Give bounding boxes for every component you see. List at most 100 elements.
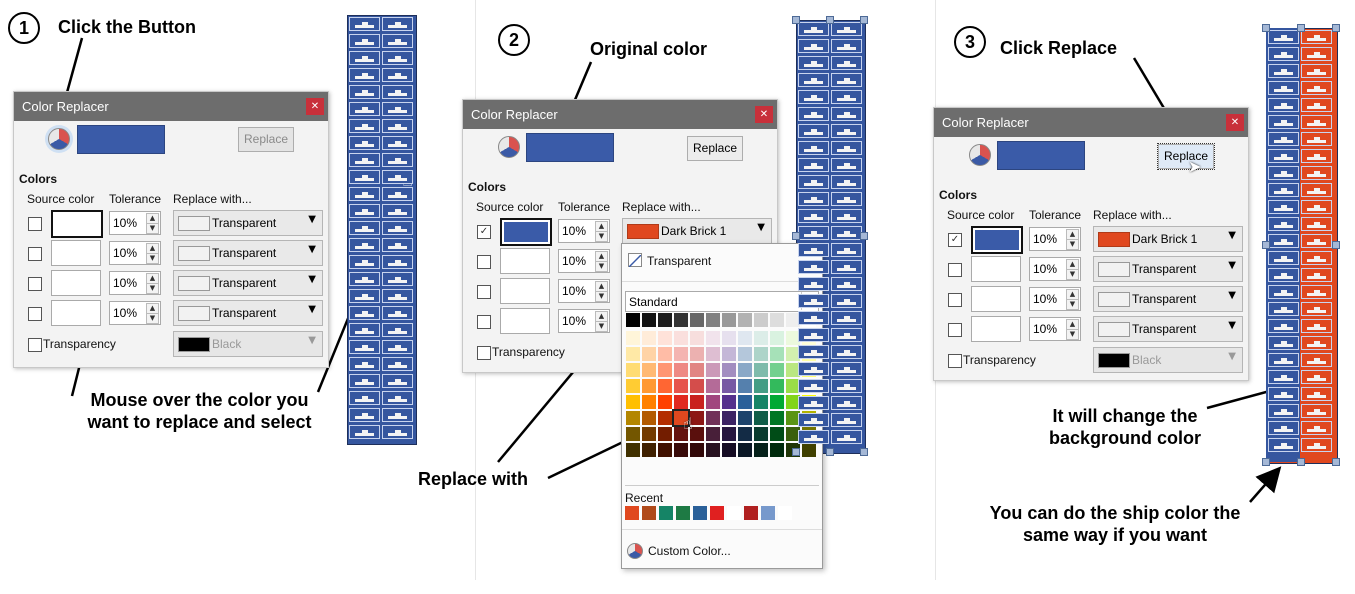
- source-checkbox[interactable]: [28, 277, 42, 291]
- palette-swatch[interactable]: [754, 443, 768, 457]
- tolerance-spinner[interactable]: 10% ▲ ▼: [558, 249, 610, 273]
- replace-button[interactable]: Replace: [238, 127, 294, 152]
- palette-swatch[interactable]: [770, 411, 784, 425]
- tolerance-spinner[interactable]: 10% ▲ ▼: [109, 241, 161, 265]
- palette-swatch[interactable]: [626, 411, 640, 425]
- palette-swatch[interactable]: [706, 411, 720, 425]
- palette-swatch[interactable]: [674, 313, 688, 327]
- recent-color-swatch[interactable]: [727, 506, 741, 520]
- tolerance-spinner[interactable]: 10% ▲ ▼: [1029, 257, 1081, 281]
- source-checkbox[interactable]: ✓: [948, 233, 962, 247]
- palette-swatch[interactable]: [770, 395, 784, 409]
- palette-swatch[interactable]: [722, 331, 736, 345]
- resize-handle[interactable]: [1332, 458, 1340, 466]
- palette-swatch[interactable]: [690, 331, 704, 345]
- source-color-swatch[interactable]: [971, 256, 1021, 282]
- source-checkbox[interactable]: [28, 217, 42, 231]
- palette-swatch[interactable]: [642, 411, 656, 425]
- recent-color-swatch[interactable]: [744, 506, 758, 520]
- resize-handle[interactable]: [1262, 241, 1270, 249]
- palette-swatch[interactable]: [738, 411, 752, 425]
- palette-swatch[interactable]: [706, 347, 720, 361]
- palette-swatch[interactable]: [658, 313, 672, 327]
- recent-color-swatch[interactable]: [693, 506, 707, 520]
- palette-swatch[interactable]: [754, 363, 768, 377]
- source-checkbox[interactable]: [948, 293, 962, 307]
- resize-handle[interactable]: [1297, 24, 1305, 32]
- recent-color-swatch[interactable]: [778, 506, 792, 520]
- palette-swatch[interactable]: [722, 411, 736, 425]
- palette-swatch[interactable]: [690, 443, 704, 457]
- palette-swatch[interactable]: [722, 379, 736, 393]
- palette-swatch[interactable]: [754, 395, 768, 409]
- source-color-swatch[interactable]: [971, 226, 1023, 254]
- transparency-color-dropdown[interactable]: Black ▼: [1093, 347, 1243, 373]
- palette-swatch[interactable]: [754, 379, 768, 393]
- source-color-swatch[interactable]: [51, 300, 101, 326]
- tolerance-spinner[interactable]: 10% ▲ ▼: [109, 271, 161, 295]
- tolerance-spinner[interactable]: 10% ▲ ▼: [558, 279, 610, 303]
- resize-handle[interactable]: [1332, 241, 1340, 249]
- source-color-swatch[interactable]: [500, 308, 550, 334]
- recent-color-swatch[interactable]: [761, 506, 775, 520]
- palette-swatch[interactable]: [626, 427, 640, 441]
- recent-color-swatch[interactable]: [710, 506, 724, 520]
- palette-swatch[interactable]: [674, 379, 688, 393]
- transparency-checkbox[interactable]: [28, 338, 42, 352]
- palette-swatch[interactable]: [738, 427, 752, 441]
- palette-swatch[interactable]: [658, 427, 672, 441]
- palette-swatch[interactable]: [642, 363, 656, 377]
- resize-handle[interactable]: [826, 16, 834, 24]
- palette-swatch[interactable]: [674, 363, 688, 377]
- palette-swatch[interactable]: [642, 379, 656, 393]
- palette-swatch[interactable]: [738, 313, 752, 327]
- palette-swatch[interactable]: [738, 395, 752, 409]
- palette-swatch[interactable]: [674, 347, 688, 361]
- tolerance-spinner[interactable]: 10% ▲ ▼: [109, 301, 161, 325]
- palette-swatch[interactable]: [674, 395, 688, 409]
- tolerance-spinner[interactable]: 10% ▲ ▼: [1029, 227, 1081, 251]
- palette-swatch[interactable]: [706, 443, 720, 457]
- source-color-swatch[interactable]: [971, 316, 1021, 342]
- resize-handle[interactable]: [792, 448, 800, 456]
- palette-swatch[interactable]: [658, 347, 672, 361]
- palette-swatch[interactable]: [658, 443, 672, 457]
- recent-color-swatch[interactable]: [659, 506, 673, 520]
- close-icon[interactable]: ✕: [1226, 114, 1244, 131]
- replace-with-dropdown[interactable]: Dark Brick 1 ▼: [622, 218, 772, 244]
- palette-swatch[interactable]: [706, 313, 720, 327]
- transparency-checkbox[interactable]: [477, 346, 491, 360]
- palette-swatch[interactable]: [658, 363, 672, 377]
- source-color-swatch[interactable]: [51, 240, 101, 266]
- palette-swatch[interactable]: [642, 347, 656, 361]
- palette-swatch[interactable]: [754, 331, 768, 345]
- palette-swatch[interactable]: [658, 395, 672, 409]
- palette-swatch[interactable]: [754, 347, 768, 361]
- palette-swatch[interactable]: [626, 363, 640, 377]
- resize-handle[interactable]: [1262, 458, 1270, 466]
- palette-swatch[interactable]: [722, 347, 736, 361]
- palette-swatch[interactable]: [626, 395, 640, 409]
- palette-swatch[interactable]: [770, 347, 784, 361]
- replace-with-dropdown[interactable]: Transparent ▼: [173, 240, 323, 266]
- pipette-icon[interactable]: [498, 136, 520, 158]
- palette-swatch[interactable]: [674, 331, 688, 345]
- replace-with-dropdown[interactable]: Transparent ▼: [1093, 286, 1243, 312]
- palette-swatch[interactable]: [738, 363, 752, 377]
- source-checkbox[interactable]: [948, 263, 962, 277]
- palette-swatch[interactable]: [706, 363, 720, 377]
- replace-button[interactable]: Replace: [1157, 143, 1215, 170]
- palette-swatch[interactable]: [754, 313, 768, 327]
- palette-swatch[interactable]: [706, 427, 720, 441]
- palette-swatch[interactable]: [722, 313, 736, 327]
- palette-swatch[interactable]: [722, 395, 736, 409]
- source-checkbox[interactable]: [477, 255, 491, 269]
- palette-swatch[interactable]: [690, 379, 704, 393]
- palette-swatch[interactable]: [770, 313, 784, 327]
- source-color-swatch[interactable]: [971, 286, 1021, 312]
- recent-color-swatch[interactable]: [642, 506, 656, 520]
- palette-swatch[interactable]: [642, 427, 656, 441]
- close-icon[interactable]: ✕: [755, 106, 773, 123]
- palette-swatch[interactable]: [738, 443, 752, 457]
- palette-swatch[interactable]: [642, 443, 656, 457]
